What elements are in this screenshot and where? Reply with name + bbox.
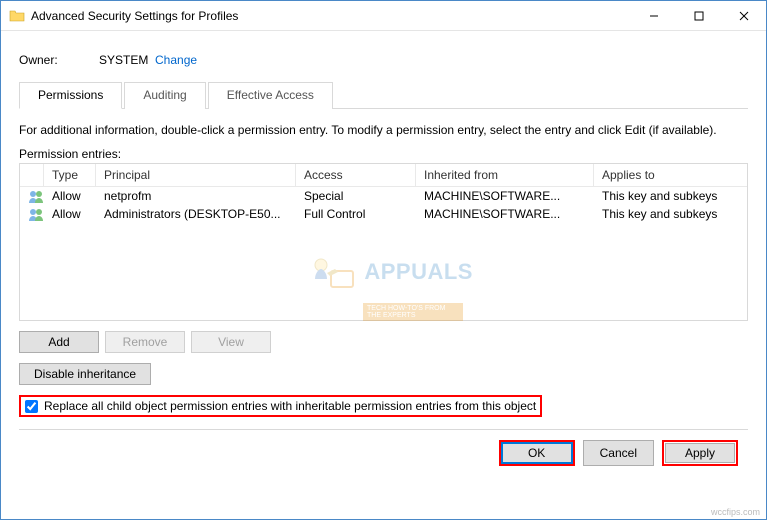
col-access-header[interactable]: Access (296, 164, 416, 186)
cancel-button[interactable]: Cancel (583, 440, 654, 466)
footer-watermark: wccfips.com (711, 507, 760, 517)
cell-principal: Administrators (DESKTOP-E50... (96, 206, 296, 222)
disable-inheritance-button[interactable]: Disable inheritance (19, 363, 151, 385)
cell-applies: This key and subkeys (594, 188, 747, 204)
view-button: View (191, 331, 271, 353)
cell-principal: netprofm (96, 188, 296, 204)
highlight-apply: Apply (662, 440, 738, 466)
col-icon-header[interactable] (20, 164, 44, 186)
dialog-buttons: OK Cancel Apply (19, 430, 748, 466)
folder-icon (9, 8, 25, 24)
users-icon (20, 206, 44, 222)
cell-type: Allow (44, 206, 96, 222)
change-owner-link[interactable]: Change (155, 53, 197, 67)
inheritance-row: Disable inheritance (19, 363, 748, 385)
users-icon (20, 188, 44, 204)
owner-label: Owner: (19, 53, 99, 67)
window-controls (631, 1, 766, 30)
table-row[interactable]: Allow netprofm Special MACHINE\SOFTWARE.… (20, 187, 747, 205)
minimize-button[interactable] (631, 1, 676, 30)
replace-child-entries-label: Replace all child object permission entr… (44, 399, 536, 413)
remove-button: Remove (105, 331, 185, 353)
grid-header: Type Principal Access Inherited from App… (20, 164, 747, 187)
add-button[interactable]: Add (19, 331, 99, 353)
highlight-ok: OK (499, 440, 575, 466)
cell-access: Full Control (296, 206, 416, 222)
entries-label: Permission entries: (19, 147, 748, 161)
owner-value: SYSTEM (99, 53, 155, 67)
col-principal-header[interactable]: Principal (96, 164, 296, 186)
cell-inherited: MACHINE\SOFTWARE... (416, 188, 594, 204)
cell-applies: This key and subkeys (594, 206, 747, 222)
close-button[interactable] (721, 1, 766, 30)
apply-button[interactable]: Apply (665, 443, 735, 463)
tab-permissions[interactable]: Permissions (19, 82, 122, 109)
col-inherited-header[interactable]: Inherited from (416, 164, 594, 186)
maximize-button[interactable] (676, 1, 721, 30)
tab-auditing[interactable]: Auditing (124, 82, 205, 109)
col-applies-header[interactable]: Applies to (594, 164, 747, 186)
replace-child-entries-row[interactable]: Replace all child object permission entr… (19, 395, 542, 417)
cell-inherited: MACHINE\SOFTWARE... (416, 206, 594, 222)
tab-strip: Permissions Auditing Effective Access (19, 81, 748, 109)
info-text: For additional information, double-click… (19, 123, 748, 137)
ok-button[interactable]: OK (502, 443, 572, 463)
tab-effective-access[interactable]: Effective Access (208, 82, 333, 109)
replace-child-entries-checkbox[interactable] (25, 400, 38, 413)
permission-grid[interactable]: Type Principal Access Inherited from App… (19, 163, 748, 321)
window-title: Advanced Security Settings for Profiles (31, 9, 631, 23)
cell-type: Allow (44, 188, 96, 204)
entry-buttons: Add Remove View (19, 331, 748, 353)
cell-access: Special (296, 188, 416, 204)
owner-row: Owner: SYSTEM Change (19, 53, 748, 67)
col-type-header[interactable]: Type (44, 164, 96, 186)
title-bar: Advanced Security Settings for Profiles (1, 1, 766, 31)
table-row[interactable]: Allow Administrators (DESKTOP-E50... Ful… (20, 205, 747, 223)
